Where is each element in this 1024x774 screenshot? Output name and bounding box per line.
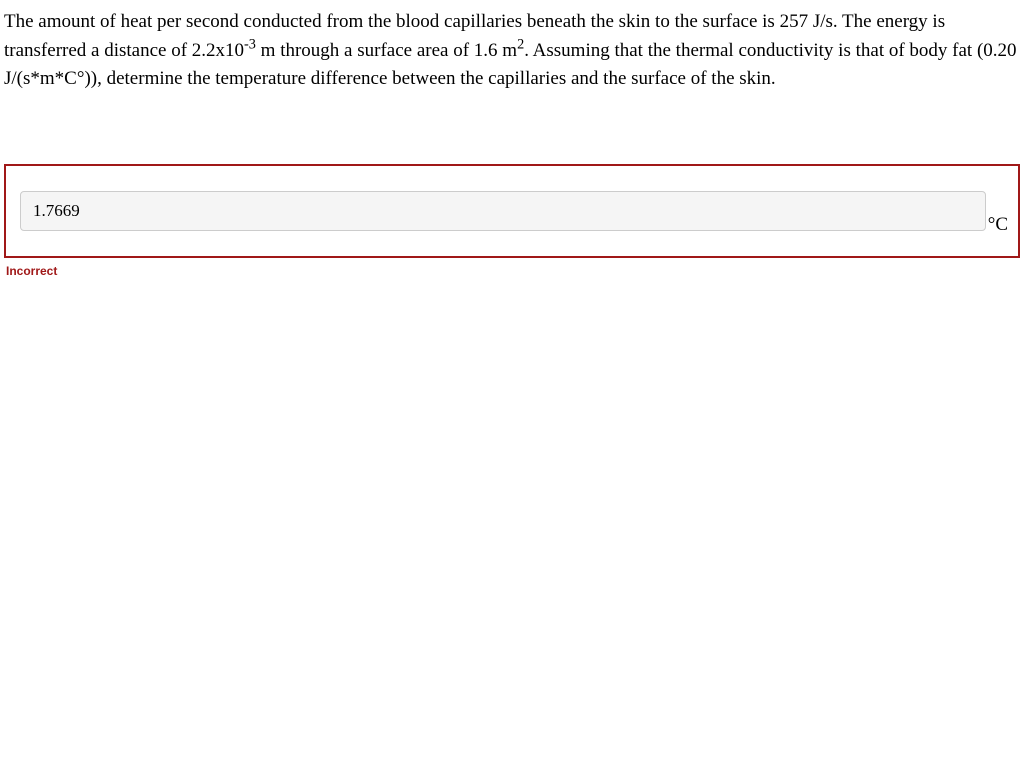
question-exp-1: -3 [244, 36, 256, 52]
unit-label: °C [986, 214, 1008, 236]
question-part-2: m through a surface area of 1.6 m [256, 40, 517, 61]
question-text: The amount of heat per second conducted … [0, 0, 1024, 94]
feedback-status: Incorrect [6, 264, 1024, 278]
answer-box: °C [4, 164, 1020, 258]
answer-section: °C Incorrect [0, 164, 1024, 278]
answer-input[interactable] [20, 191, 986, 231]
